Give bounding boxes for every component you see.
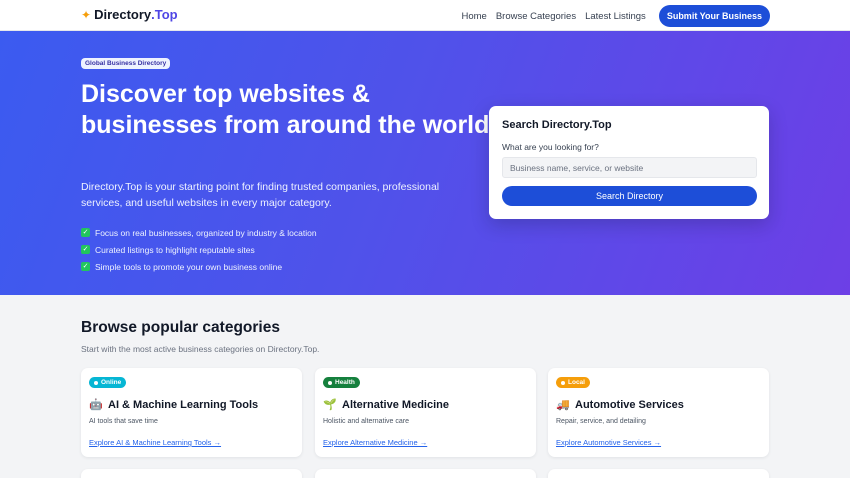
search-input[interactable] xyxy=(502,157,757,178)
feature-text: Curated listings to highlight reputable … xyxy=(95,244,255,255)
top-navbar: ✦ Directory .Top Home Browse Categories L… xyxy=(0,0,850,31)
check-icon: ✓ xyxy=(81,262,90,271)
category-explore-link[interactable]: Explore Alternative Medicine → xyxy=(323,438,427,447)
main-nav: Home Browse Categories Latest Listings S… xyxy=(461,5,770,27)
hero-title: Discover top websites & businesses from … xyxy=(81,80,497,139)
hero-subtitle: Directory.Top is your starting point for… xyxy=(81,181,440,209)
category-card-partial[interactable] xyxy=(315,469,536,478)
category-description: Holistic and alternative care xyxy=(323,418,409,425)
category-tag: Online xyxy=(89,377,127,388)
category-explore-link[interactable]: Explore Automotive Services → xyxy=(556,438,661,447)
search-card: Search Directory.Top What are you lookin… xyxy=(489,106,769,219)
category-name: AI & Machine Learning Tools xyxy=(108,398,259,411)
category-card-alternative-medicine[interactable]: Health 🌱 Alternative Medicine Holistic a… xyxy=(315,368,536,457)
check-icon: ✓ xyxy=(81,245,90,254)
brand-name: Directory xyxy=(94,7,152,22)
category-card-automotive[interactable]: Local 🚚 Automotive Services Repair, serv… xyxy=(548,368,769,457)
category-title: 🌱 Alternative Medicine xyxy=(323,398,449,412)
dot-icon xyxy=(328,380,332,385)
category-explore-link[interactable]: Explore AI & Machine Learning Tools → xyxy=(89,438,221,447)
category-tag: Health xyxy=(323,377,360,388)
feature-text: Simple tools to promote your own busines… xyxy=(95,261,283,272)
category-title: 🚚 Automotive Services xyxy=(556,398,684,412)
seedling-icon: 🌱 xyxy=(323,399,337,411)
check-icon: ✓ xyxy=(81,228,90,237)
categories-title: Browse popular categories xyxy=(81,319,280,336)
feature-list: ✓ Focus on real businesses, organized by… xyxy=(81,224,317,275)
nav-home[interactable]: Home xyxy=(461,11,486,22)
hero-section: Global Business Directory Discover top w… xyxy=(0,31,850,295)
category-card-ai-ml[interactable]: Online 🤖 AI & Machine Learning Tools AI … xyxy=(81,368,302,457)
robot-icon: 🤖 xyxy=(89,399,103,411)
search-label: What are you looking for? xyxy=(502,142,599,152)
category-tag-label: Local xyxy=(568,379,585,386)
search-heading: Search Directory.Top xyxy=(502,119,612,131)
category-description: AI tools that save time xyxy=(89,418,158,425)
feature-item: ✓ Curated listings to highlight reputabl… xyxy=(81,241,317,258)
category-name: Automotive Services xyxy=(575,398,684,411)
category-description: Repair, service, and detailing xyxy=(556,418,646,425)
feature-item: ✓ Simple tools to promote your own busin… xyxy=(81,258,317,275)
hero-badge: Global Business Directory xyxy=(81,58,171,69)
dot-icon xyxy=(561,380,565,385)
category-tag-label: Health xyxy=(335,379,355,386)
dot-icon xyxy=(94,380,98,385)
categories-subtitle: Start with the most active business cate… xyxy=(81,344,320,354)
truck-icon: 🚚 xyxy=(556,399,570,411)
submit-business-button[interactable]: Submit Your Business xyxy=(658,5,770,27)
category-card-partial[interactable] xyxy=(81,469,302,478)
nav-browse-categories[interactable]: Browse Categories xyxy=(496,11,576,22)
brand-tld: .Top xyxy=(151,7,178,22)
nav-latest-listings[interactable]: Latest Listings xyxy=(585,11,646,22)
category-name: Alternative Medicine xyxy=(342,398,449,411)
sparkle-icon: ✦ xyxy=(81,7,92,22)
feature-text: Focus on real businesses, organized by i… xyxy=(95,227,317,238)
category-card-partial[interactable] xyxy=(548,469,769,478)
feature-item: ✓ Focus on real businesses, organized by… xyxy=(81,224,317,241)
category-tag: Local xyxy=(556,377,590,388)
category-title: 🤖 AI & Machine Learning Tools xyxy=(89,398,259,412)
brand-logo[interactable]: ✦ Directory .Top xyxy=(81,7,178,22)
category-tag-label: Online xyxy=(101,379,122,386)
search-directory-button[interactable]: Search Directory xyxy=(502,186,757,206)
